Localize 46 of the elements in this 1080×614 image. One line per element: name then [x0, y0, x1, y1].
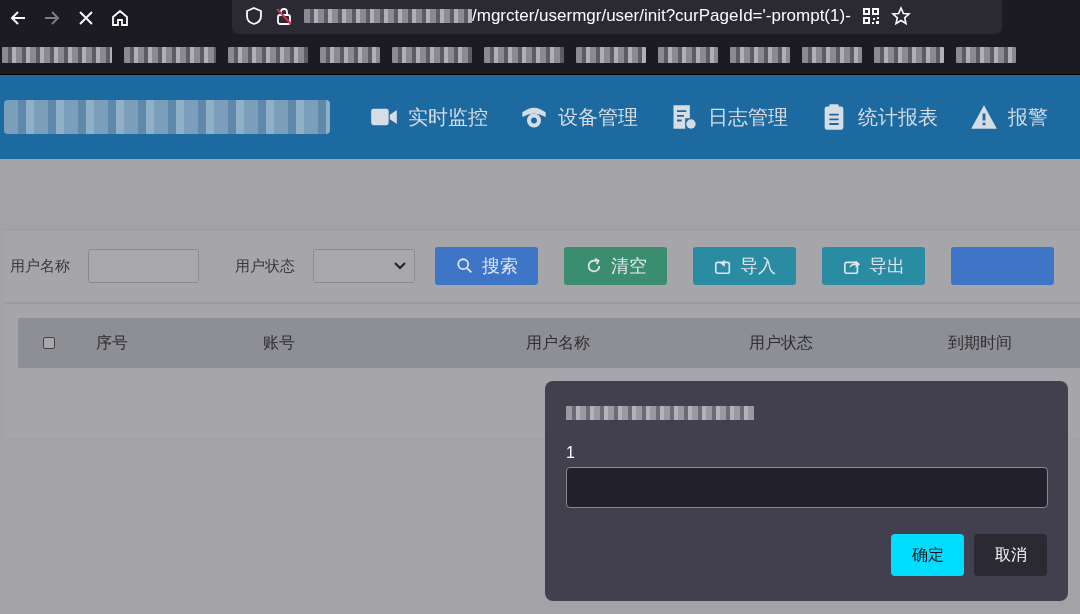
redacted-bookmark[interactable] — [956, 47, 1016, 63]
select-all-checkbox[interactable] — [43, 337, 55, 349]
redacted-bookmark[interactable] — [658, 47, 718, 63]
redacted-bookmark[interactable] — [802, 47, 862, 63]
text-field[interactable] — [88, 249, 200, 283]
redacted-bookmark[interactable] — [484, 47, 564, 63]
insecure-lock-icon — [274, 6, 294, 26]
action-button[interactable]: 清空 — [564, 247, 667, 285]
ok-button[interactable]: 确定 — [891, 534, 964, 576]
filter-label: 用户名称 — [10, 256, 70, 276]
home-icon[interactable] — [110, 8, 130, 28]
filter-label: 用户状态 — [235, 256, 296, 276]
nav-item[interactable]: 统计报表 — [820, 103, 938, 131]
redacted-bookmark[interactable] — [124, 47, 216, 63]
action-button[interactable]: 搜索 — [435, 247, 538, 285]
redacted-bookmark[interactable] — [2, 47, 112, 63]
action-button[interactable]: 导入 — [693, 247, 796, 285]
search-icon — [455, 257, 474, 275]
nav-item[interactable]: 报警 — [970, 103, 1048, 131]
prompt-input[interactable] — [566, 467, 1048, 508]
star-icon[interactable] — [890, 6, 911, 26]
redacted-bookmark[interactable] — [320, 47, 380, 63]
redacted-bookmark[interactable] — [576, 47, 646, 63]
prompt-message: 1 — [566, 444, 576, 462]
url-text: /mgrcter/usermgr/user/init?curPageId='-prompt(1)- — [472, 6, 851, 26]
nav-item[interactable]: 实时监控 — [370, 103, 488, 131]
column-header: 账号 — [263, 333, 295, 354]
import-icon — [713, 257, 732, 275]
dropdown-field[interactable] — [313, 249, 415, 283]
cancel-button[interactable]: 取消 — [974, 534, 1047, 576]
column-header: 用户状态 — [749, 333, 813, 354]
column-header: 序号 — [96, 333, 128, 354]
qr-code-icon[interactable] — [860, 6, 881, 26]
redacted-bookmark[interactable] — [392, 47, 472, 63]
column-header: 用户名称 — [526, 333, 590, 354]
shield-icon — [244, 6, 264, 26]
column-header: 到期时间 — [948, 333, 1012, 354]
action-button[interactable]: 导出 — [822, 247, 925, 285]
warning-icon — [970, 103, 998, 131]
nav-item[interactable]: 日志管理 — [670, 103, 788, 131]
redacted-bookmark[interactable] — [228, 47, 308, 63]
nav-item[interactable]: 设备管理 — [520, 103, 638, 131]
address-bar[interactable]: /mgrcter/usermgr/user/init?curPageId='-prompt(1)- — [232, 0, 1002, 34]
chevron-down-icon — [394, 262, 406, 270]
redacted-bookmark[interactable] — [730, 47, 790, 63]
redacted-bookmark[interactable] — [874, 47, 944, 63]
